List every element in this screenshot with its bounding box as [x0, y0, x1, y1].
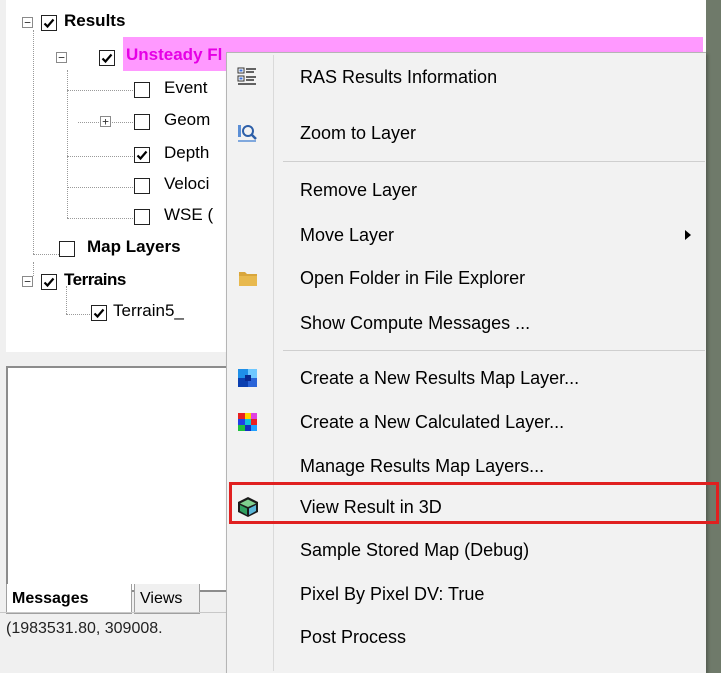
tree-label-terrains: Terrains	[64, 270, 126, 289]
velocity-checkbox[interactable]	[134, 178, 150, 194]
menu-item-create-results-map-layer[interactable]: Create a New Results Map Layer...	[229, 357, 705, 399]
menu-label: Post Process	[300, 627, 407, 647]
tree-label-unsteady: Unsteady Fl	[126, 45, 223, 64]
tree-label-results: Results	[64, 11, 126, 30]
checkmark-icon	[43, 18, 55, 29]
checkmark-icon	[101, 53, 113, 64]
menu-label: Open Folder in File Explorer	[300, 268, 526, 288]
menu-item-view-result-3d[interactable]: View Result in 3D	[229, 486, 705, 528]
menu-item-zoom-to-layer[interactable]: Zoom to Layer	[229, 112, 705, 154]
menu-label: Zoom to Layer	[300, 123, 417, 143]
tree-connector	[67, 70, 68, 218]
tab-views[interactable]: Views	[134, 584, 200, 614]
tree-connector	[66, 286, 67, 314]
expand-icon[interactable]: +	[100, 116, 111, 127]
collapse-icon[interactable]: −	[22, 17, 33, 28]
tree-label-geom: Geom	[164, 110, 211, 129]
tree-label-velocity: Veloci	[164, 174, 210, 193]
menu-label: View Result in 3D	[300, 497, 442, 517]
menu-item-remove-layer[interactable]: Remove Layer	[229, 169, 705, 211]
results-info-icon	[236, 66, 260, 88]
event-checkbox[interactable]	[134, 82, 150, 98]
menu-item-pixel-by-pixel[interactable]: Pixel By Pixel DV: True	[229, 573, 705, 615]
unsteady-checkbox[interactable]	[99, 50, 115, 66]
checkmark-icon	[43, 277, 55, 288]
submenu-arrow-icon	[685, 230, 691, 240]
menu-label: Show Compute Messages ...	[300, 313, 531, 333]
tree-connector	[67, 156, 139, 157]
tree-label-wse: WSE (	[164, 205, 214, 224]
menu-item-post-process[interactable]: Post Process	[229, 616, 705, 658]
tree-label-event: Event	[164, 78, 208, 97]
menu-label: RAS Results Information	[300, 67, 498, 87]
map-layers-checkbox[interactable]	[59, 241, 75, 257]
messages-pane[interactable]	[6, 366, 238, 592]
terrains-checkbox[interactable]	[41, 274, 57, 290]
wse-checkbox[interactable]	[134, 209, 150, 225]
menu-label: Create a New Results Map Layer...	[300, 368, 580, 388]
coordinate-readout: (1983531.80, 309008.	[6, 620, 163, 637]
map-edge-strip	[706, 0, 721, 673]
tree-connector	[67, 90, 139, 91]
cube-3d-icon	[236, 496, 260, 518]
tree-label-map-layers: Map Layers	[87, 237, 181, 256]
menu-item-show-compute-messages[interactable]: Show Compute Messages ...	[229, 302, 705, 344]
menu-label: Move Layer	[300, 225, 395, 245]
calculated-layer-icon	[236, 411, 260, 433]
checkmark-icon	[93, 308, 105, 319]
tree-label-terrain5: Terrain5_	[113, 301, 184, 320]
menu-item-sample-stored-map[interactable]: Sample Stored Map (Debug)	[229, 529, 705, 571]
menu-item-manage-results-map-layers[interactable]: Manage Results Map Layers...	[229, 445, 705, 487]
terrain5-checkbox[interactable]	[91, 305, 107, 321]
menu-separator	[283, 161, 705, 162]
depth-checkbox[interactable]	[134, 147, 150, 163]
results-checkbox[interactable]	[41, 15, 57, 31]
results-map-layer-icon	[236, 367, 260, 389]
tree-label-depth: Depth	[164, 143, 210, 162]
menu-item-create-calculated-layer[interactable]: Create a New Calculated Layer...	[229, 401, 705, 443]
tree-connector	[33, 30, 34, 254]
tree-connector	[33, 262, 34, 276]
tab-messages[interactable]: Messages	[6, 584, 132, 614]
layer-context-menu: RAS Results Information Zoom to Layer Re…	[226, 52, 706, 673]
menu-item-move-layer[interactable]: Move Layer	[229, 214, 705, 256]
menu-label: Sample Stored Map (Debug)	[300, 540, 530, 560]
menu-label: Remove Layer	[300, 180, 418, 200]
menu-separator	[283, 350, 705, 351]
folder-icon	[236, 267, 260, 289]
menu-label: Create a New Calculated Layer...	[300, 412, 565, 432]
collapse-icon[interactable]: −	[22, 276, 33, 287]
zoom-layer-icon	[236, 122, 260, 144]
menu-item-ras-results-information[interactable]: RAS Results Information	[229, 56, 705, 98]
tree-connector	[67, 218, 139, 219]
checkmark-icon	[136, 150, 148, 161]
tree-connector	[67, 187, 139, 188]
menu-item-open-folder[interactable]: Open Folder in File Explorer	[229, 257, 705, 299]
menu-label: Manage Results Map Layers...	[300, 456, 545, 476]
collapse-icon[interactable]: −	[56, 52, 67, 63]
menu-label: Pixel By Pixel DV: True	[300, 584, 485, 604]
geom-checkbox[interactable]	[134, 114, 150, 130]
